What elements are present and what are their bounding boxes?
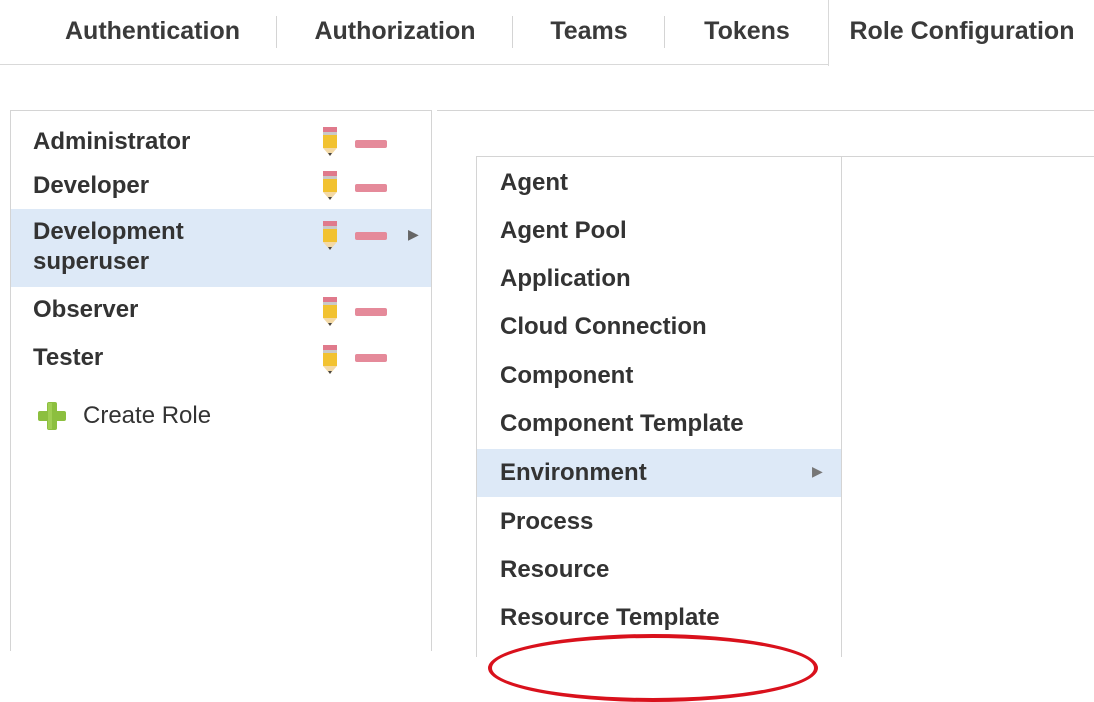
role-row-administrator[interactable]: Administrator xyxy=(11,119,431,165)
submenu-arrow-icon: ▶ xyxy=(812,463,823,479)
tab-separator xyxy=(664,16,665,48)
plus-icon xyxy=(38,402,66,430)
pencil-icon[interactable] xyxy=(321,221,339,251)
menu-item-agent-pool[interactable]: Agent Pool xyxy=(477,207,841,255)
menu-item-label: Agent Pool xyxy=(500,217,627,244)
menu-item-label: Resource xyxy=(500,556,610,583)
menu-item-label: Agent xyxy=(500,169,568,196)
menu-item-application[interactable]: Application xyxy=(477,255,841,303)
resource-type-menu: Agent Agent Pool Application Cloud Conne… xyxy=(476,156,842,657)
menu-item-label: Environment xyxy=(500,459,647,486)
tab-separator xyxy=(512,16,513,48)
role-row-developer[interactable]: Developer xyxy=(11,165,431,211)
minus-icon[interactable] xyxy=(355,184,387,192)
role-label: Observer xyxy=(33,296,139,323)
pencil-icon[interactable] xyxy=(321,297,339,327)
menu-item-process[interactable]: Process xyxy=(477,498,841,546)
tab-role-configuration[interactable]: Role Configuration xyxy=(828,0,1094,66)
menu-item-resource[interactable]: Resource xyxy=(477,546,841,594)
panel-divider xyxy=(840,156,1094,157)
tab-authorization[interactable]: Authorization xyxy=(300,0,490,64)
role-label: Administrator xyxy=(33,128,191,155)
tab-authentication[interactable]: Authentication xyxy=(50,0,255,64)
tab-separator xyxy=(276,16,277,48)
submenu-arrow-icon: ▶ xyxy=(408,226,419,242)
role-label: Development superuser xyxy=(33,218,184,275)
menu-item-label: Application xyxy=(500,265,631,292)
tab-baseline xyxy=(0,64,828,65)
menu-item-component-template[interactable]: Component Template xyxy=(477,400,841,448)
role-row-observer[interactable]: Observer xyxy=(11,291,431,337)
pencil-icon[interactable] xyxy=(321,171,339,201)
tab-teams[interactable]: Teams xyxy=(535,0,643,64)
role-row-development-superuser[interactable]: Development superuser ▶ xyxy=(11,209,431,287)
minus-icon[interactable] xyxy=(355,354,387,362)
minus-icon[interactable] xyxy=(355,140,387,148)
menu-item-label: Process xyxy=(500,508,594,535)
pencil-icon[interactable] xyxy=(321,345,339,375)
pencil-icon[interactable] xyxy=(321,127,339,157)
menu-item-component[interactable]: Component xyxy=(477,352,841,400)
tab-tokens[interactable]: Tokens xyxy=(688,0,806,64)
role-row-tester[interactable]: Tester xyxy=(11,339,431,385)
menu-item-label: Resource Template xyxy=(500,604,720,631)
minus-icon[interactable] xyxy=(355,308,387,316)
create-role-label: Create Role xyxy=(83,402,212,429)
menu-item-label: Component xyxy=(500,362,634,389)
menu-item-label: Component Template xyxy=(500,410,744,437)
menu-item-cloud-connection[interactable]: Cloud Connection xyxy=(477,303,841,351)
menu-item-environment[interactable]: Environment ▶ xyxy=(477,449,841,497)
role-label: Developer xyxy=(33,172,150,199)
role-list-panel: Administrator Developer Development supe… xyxy=(10,110,432,651)
menu-item-label: Cloud Connection xyxy=(500,313,707,340)
role-label: Tester xyxy=(33,344,104,371)
menu-item-agent[interactable]: Agent xyxy=(477,159,841,207)
minus-icon[interactable] xyxy=(355,232,387,240)
annotation-highlight-ring xyxy=(488,634,818,702)
tab-bar: Authentication Authorization Teams Token… xyxy=(0,0,1094,66)
